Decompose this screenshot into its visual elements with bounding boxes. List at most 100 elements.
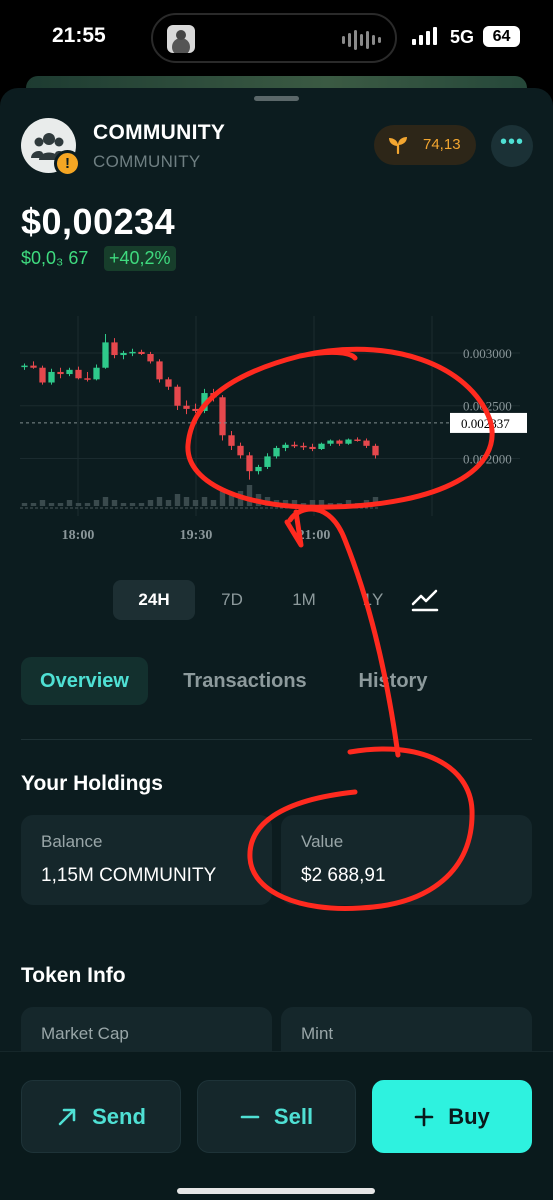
range-1y[interactable]: 1Y: [344, 580, 402, 620]
token-info-title: Token Info: [21, 964, 126, 987]
candle: [30, 365, 37, 368]
more-options-button[interactable]: •••: [491, 125, 533, 167]
candle: [291, 444, 298, 447]
volume-bar: [237, 491, 244, 506]
send-label: Send: [92, 1103, 146, 1129]
holding-value: $2 688,91: [301, 865, 386, 886]
candle: [111, 342, 118, 356]
volume-bar: [192, 500, 199, 506]
range-7d[interactable]: 7D: [203, 580, 261, 620]
candle: [201, 393, 208, 411]
buy-button[interactable]: Buy: [372, 1080, 532, 1153]
volume-bar: [336, 503, 343, 506]
volume-bar: [354, 503, 361, 506]
balance-card: Balance 1,15M COMMUNITY: [21, 815, 272, 905]
token-detail-sheet: ! COMMUNITY COMMUNITY 74,13 ••• $0,00234…: [0, 88, 553, 1200]
buy-label: Buy: [448, 1103, 490, 1129]
volume-bar: [84, 503, 91, 506]
candle: [39, 367, 46, 383]
candle: [219, 397, 226, 436]
volume-bar: [174, 494, 181, 506]
candle: [75, 369, 82, 379]
status-time: 21:55: [52, 24, 106, 47]
token-symbol: COMMUNITY: [93, 152, 201, 171]
volume-bar: [120, 503, 127, 506]
current-price-label: 0.002337: [461, 416, 510, 431]
volume-bar: [345, 500, 352, 506]
sell-button[interactable]: Sell: [197, 1080, 356, 1153]
tab-overview[interactable]: Overview: [21, 657, 148, 705]
token-price: $0,00234: [21, 201, 176, 242]
volume-bar: [111, 500, 118, 506]
value-label: Value: [301, 832, 344, 851]
volume-bar: [291, 500, 298, 506]
tab-history[interactable]: History: [345, 657, 441, 705]
candle: [120, 352, 127, 356]
section-divider: [21, 739, 532, 740]
minus-icon: [240, 1115, 260, 1118]
candle: [66, 369, 73, 375]
status-bar: 21:55 5G 64: [0, 0, 553, 76]
y-tick-label: 0.002500: [463, 399, 512, 414]
balance-label: Balance: [41, 832, 103, 851]
value-card: Value $2 688,91: [281, 815, 532, 905]
score-badge[interactable]: 74,13: [374, 125, 476, 165]
volume-bar: [201, 497, 208, 506]
candle: [228, 435, 235, 446]
candle: [183, 405, 190, 409]
candle: [327, 440, 334, 444]
price-change-amount: $0,0₃ 67: [21, 248, 89, 268]
volume-bar: [57, 503, 64, 506]
volume-bar: [210, 500, 217, 506]
price-change-percent: +40,2%: [104, 246, 176, 271]
volume-bar: [309, 500, 316, 506]
now-playing-artwork: [167, 25, 195, 53]
volume-bar: [273, 500, 280, 506]
network-type: 5G: [450, 27, 475, 47]
price-chart[interactable]: 0.003000 0.002500 0.002000 0.002337 18:00 19:…: [0, 306, 553, 546]
home-indicator[interactable]: [177, 1188, 375, 1194]
candle: [57, 371, 64, 375]
y-tick-label: 0.003000: [463, 346, 512, 361]
range-24h[interactable]: 24H: [113, 580, 195, 620]
token-name: COMMUNITY: [93, 121, 226, 144]
send-button[interactable]: Send: [21, 1080, 181, 1153]
line-chart-icon[interactable]: [410, 587, 440, 613]
x-tick-label: 21:00: [298, 528, 331, 543]
x-tick-label: 18:00: [62, 528, 95, 543]
volume-bar: [165, 500, 172, 506]
candle: [48, 371, 55, 383]
mint-label: Mint: [301, 1024, 334, 1043]
x-tick-label: 19:30: [180, 528, 213, 543]
candle: [255, 466, 262, 472]
candle: [156, 361, 163, 380]
volume-bar: [30, 503, 37, 506]
volume-bar: [228, 494, 235, 506]
battery-indicator: 64: [483, 26, 520, 47]
sheet-grabber[interactable]: [254, 96, 299, 101]
volume-bar: [183, 497, 190, 506]
candle: [93, 367, 100, 380]
candle: [318, 443, 325, 449]
y-tick-label: 0.002000: [463, 452, 512, 467]
volume-bar: [255, 494, 262, 506]
candle: [282, 444, 289, 448]
action-bar: Send Sell Buy: [0, 1051, 553, 1200]
volume-bar: [39, 500, 46, 506]
tab-transactions[interactable]: Transactions: [170, 657, 320, 705]
dynamic-island[interactable]: [151, 13, 397, 63]
range-1m[interactable]: 1M: [275, 580, 333, 620]
volume-bar: [219, 488, 226, 506]
exclamation-icon[interactable]: !: [54, 150, 81, 177]
volume-bar: [75, 503, 82, 506]
sprout-icon: [389, 137, 407, 154]
holdings-title: Your Holdings: [21, 772, 163, 795]
candle: [273, 447, 280, 457]
balance-value: 1,15M COMMUNITY: [41, 865, 217, 886]
candle: [336, 440, 343, 444]
candle: [372, 445, 379, 456]
volume-bar: [138, 503, 145, 506]
candle: [84, 378, 91, 380]
volume-bar: [246, 485, 253, 506]
volume-bar: [282, 500, 289, 506]
